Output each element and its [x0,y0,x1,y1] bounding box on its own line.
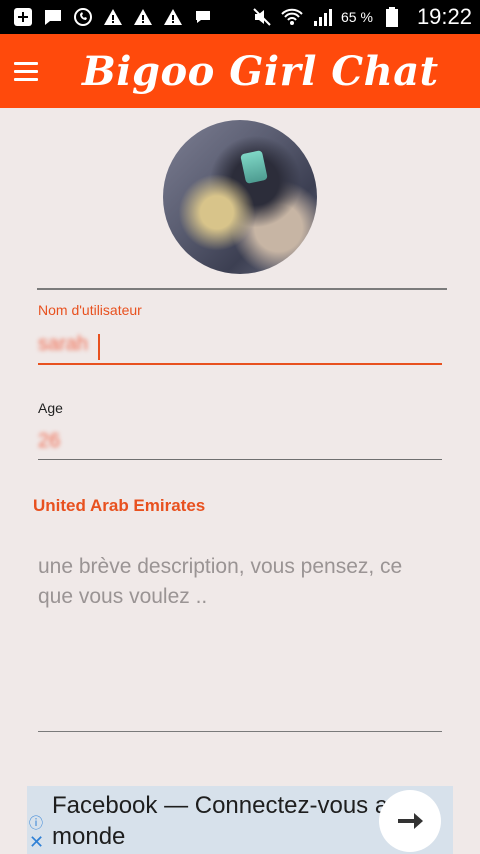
username-input[interactable]: sarah [38,333,88,356]
add-box-icon [12,6,34,28]
status-bar: 65 % 19:22 [0,0,480,34]
warning-icon [102,6,124,28]
wifi-icon [281,6,303,28]
system-icons: 65 % 19:22 [251,4,472,30]
menu-button[interactable] [14,47,62,95]
notification-icons [12,6,214,28]
signal-icon [311,6,333,28]
clock: 19:22 [416,4,472,29]
info-icon[interactable]: ⓘ [29,816,43,830]
age-label: Age [38,400,63,416]
warning-icon [162,6,184,28]
ad-open-button[interactable] [379,790,441,852]
arrow-right-icon [398,813,423,829]
text-cursor [98,334,100,360]
username-label: Nom d'utilisateur [38,302,142,318]
ad-banner[interactable]: ⓘ ✕ Facebook — Connectez-vous au monde [27,786,453,854]
close-icon[interactable]: ✕ [29,833,44,851]
app-bar: Bigoo Girl Chat [0,34,480,108]
age-underline [38,459,442,460]
phone-screen-graphic [240,150,268,184]
age-input[interactable]: 26 [38,430,60,453]
divider [37,288,447,290]
description-underline [38,731,442,732]
app-title: Bigoo Girl Chat [82,47,439,95]
warning-icon [132,6,154,28]
battery-icon [381,6,403,28]
chat-icon [42,6,64,28]
description-textarea[interactable]: une brève description, vous pensez, ce q… [38,552,442,732]
country-selector[interactable]: United Arab Emirates [33,496,205,516]
whatsapp-icon [72,6,94,28]
message-icon [192,6,214,28]
mute-icon [251,6,273,28]
hamburger-icon [14,61,38,65]
profile-avatar[interactable] [163,120,317,274]
username-underline [38,363,442,365]
battery-percent: 65 % [341,9,373,25]
